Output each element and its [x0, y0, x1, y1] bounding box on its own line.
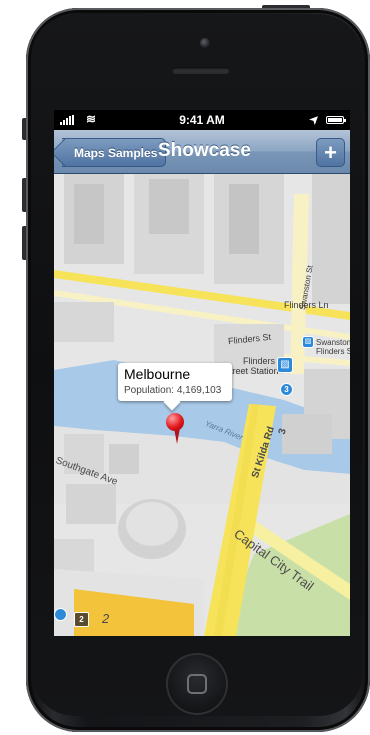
add-button[interactable]: +: [316, 138, 345, 167]
train-station-icon: ▨: [277, 357, 293, 373]
route-3-badge-a: 3: [280, 383, 293, 396]
route-2-badge: 2: [74, 612, 89, 627]
label-station-line1: Flinders: [243, 356, 276, 366]
back-button[interactable]: Maps Samples: [62, 138, 167, 167]
route-2-road-label: 2: [102, 611, 110, 626]
map-callout[interactable]: Melbourne Population: 4,169,103: [118, 363, 232, 401]
label-station-line2: Street Station: [224, 366, 279, 376]
front-camera: [200, 38, 210, 48]
status-time: 9:41 AM: [179, 113, 225, 127]
navigation-bar: Maps Samples Showcase +: [54, 130, 350, 174]
home-button-square-icon: [187, 674, 207, 694]
page-title: Showcase: [158, 140, 251, 161]
label-swanston: Swanston: [316, 338, 350, 347]
label-flinders-s: Flinders S: [316, 347, 350, 356]
back-button-label: Maps Samples: [74, 145, 158, 160]
route-badge-edge: [54, 608, 67, 621]
map-view[interactable]: Flinders Ln Flinders St Swanston St Swan…: [54, 174, 350, 636]
status-bar: ≋ 9:41 AM ➤: [54, 110, 350, 130]
tram-stop-icon: ▨: [302, 336, 314, 348]
red-map-pin-icon[interactable]: [166, 413, 184, 431]
map-canvas: [54, 174, 350, 636]
battery-icon: [326, 116, 346, 124]
callout-title: Melbourne: [124, 366, 191, 382]
callout-subtitle: Population: 4,169,103: [124, 385, 222, 396]
device-screen: ≋ 9:41 AM ➤ Maps Samples Showcase + Flin…: [54, 110, 350, 636]
earpiece-speaker: [172, 67, 230, 74]
